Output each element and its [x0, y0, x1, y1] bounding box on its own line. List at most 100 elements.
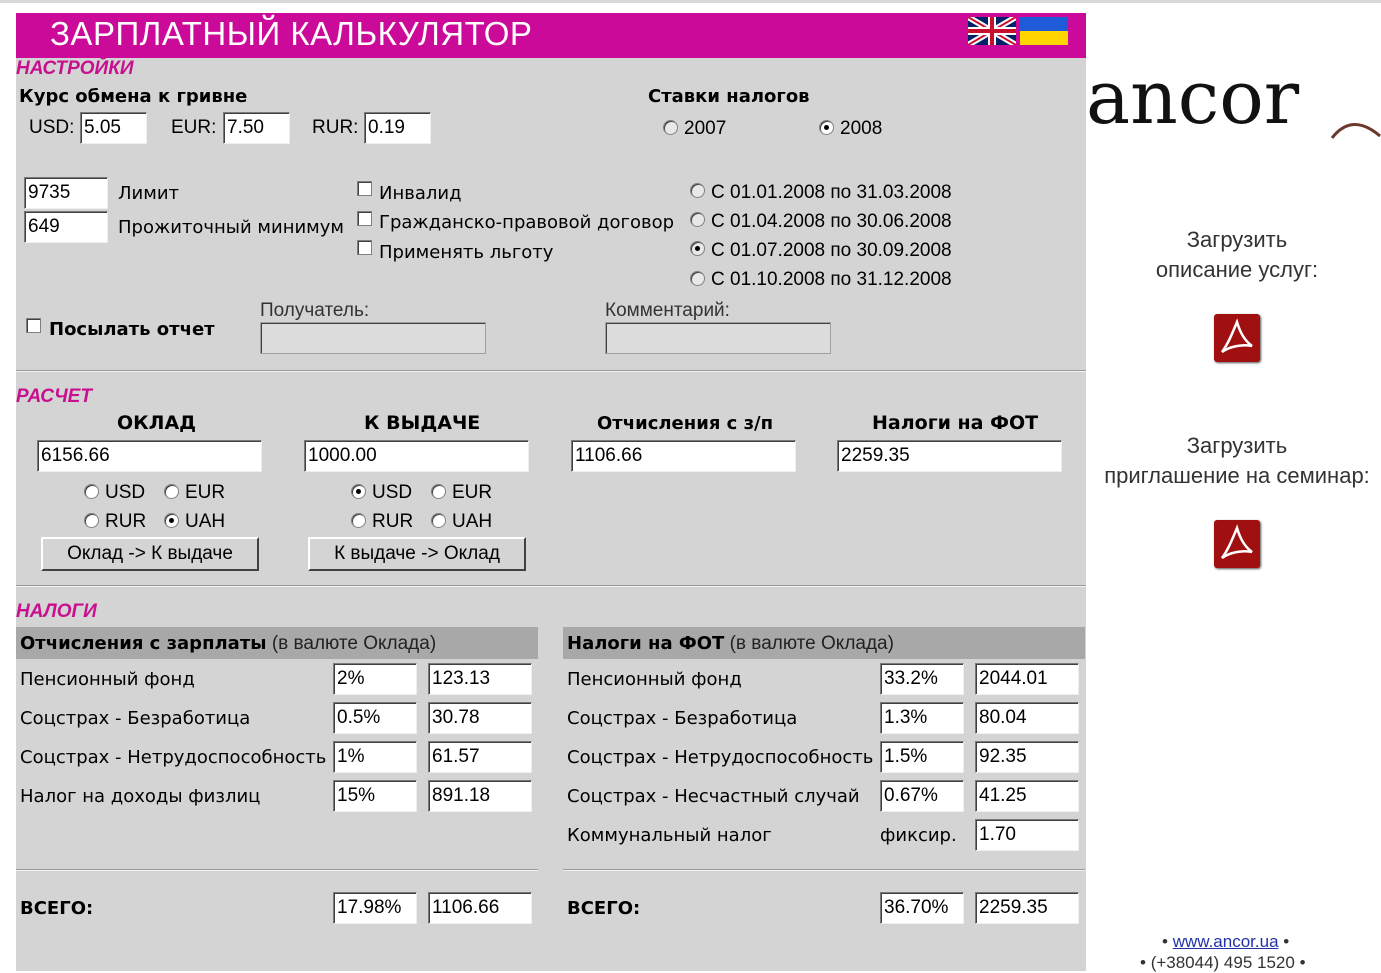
tax-row-label: Соцстрах - Несчастный случай [567, 786, 860, 807]
comment-input[interactable] [605, 322, 831, 354]
subsistence-min-input[interactable] [24, 211, 108, 243]
payout-header: К ВЫДАЧЕ [364, 412, 481, 434]
download-seminar-text: Загрузить приглашение на семинар: [1087, 431, 1381, 491]
tax-row-percent-input[interactable] [333, 702, 417, 734]
salary-uah-radio[interactable] [164, 513, 179, 528]
send-report-label: Посылать отчет [49, 319, 215, 340]
deductions-table-title: Отчисления с зарплаты (в валюте Оклада) [20, 633, 436, 655]
send-report-checkbox[interactable] [26, 318, 41, 333]
usd-rate-input[interactable] [80, 112, 147, 144]
eur-rate-input[interactable] [223, 112, 290, 144]
tax-row-percent-input[interactable] [880, 780, 964, 812]
tax-row-amount-input[interactable] [428, 780, 532, 812]
deductions-table-title-note: (в валюте Оклада) [271, 633, 437, 654]
apply-benefit-checkbox[interactable] [357, 240, 372, 255]
year-2008-radio[interactable] [819, 120, 834, 135]
period-q3-radio[interactable] [690, 241, 705, 256]
invalid-label: Инвалид [379, 183, 462, 204]
period-q2-radio[interactable] [690, 212, 705, 227]
pdf-icon[interactable] [1214, 520, 1260, 568]
right-total-percent-input[interactable] [880, 892, 964, 924]
tax-row-percent-input[interactable] [333, 741, 417, 773]
flag-uk-icon[interactable] [968, 17, 1016, 45]
tax-row-amount-input[interactable] [428, 702, 532, 734]
download-services-text: Загрузить описание услуг: [1087, 225, 1381, 285]
download-seminar-line2: приглашение на семинар: [1104, 463, 1370, 488]
tax-row-percent-input[interactable] [880, 702, 964, 734]
recipient-input[interactable] [260, 322, 486, 354]
tax-row-percent-input[interactable] [333, 663, 417, 695]
deductions-input[interactable] [571, 440, 796, 472]
tax-row-label: Соцстрах - Нетрудоспособность [567, 747, 874, 768]
salary-rur-label: RUR [105, 511, 147, 532]
payout-eur-label: EUR [452, 482, 493, 503]
right-total-amount-input[interactable] [975, 892, 1079, 924]
ancor-logo: ancor [1086, 55, 1299, 141]
year-2007-label: 2007 [684, 118, 727, 139]
salary-input[interactable] [37, 440, 262, 472]
phone-line: • (+38044) 495 1520 • [1140, 953, 1306, 972]
period-q4-label: С 01.10.2008 по 31.12.2008 [711, 269, 952, 290]
tax-row-amount-input[interactable] [975, 663, 1079, 695]
limit-input[interactable] [24, 177, 108, 209]
salary-usd-radio[interactable] [84, 484, 99, 499]
tax-row-label: Соцстрах - Безработица [20, 708, 251, 729]
deductions-table-title-bold: Отчисления с зарплаты [20, 633, 267, 654]
payroll-tax-input[interactable] [837, 440, 1062, 472]
flag-ua-icon[interactable] [1020, 17, 1068, 45]
tax-row-amount-input[interactable] [975, 819, 1079, 851]
left-total-percent-input[interactable] [333, 892, 417, 924]
recipient-label: Получатель: [260, 300, 370, 321]
civil-contract-checkbox[interactable] [357, 211, 372, 226]
period-q4-radio[interactable] [690, 271, 705, 286]
tax-row-fixed-label: фиксир. [880, 825, 957, 846]
page-title: ЗАРПЛАТНЫЙ КАЛЬКУЛЯТОР [50, 15, 533, 52]
payroll-tax-table-title-bold: Налоги на ФОТ [567, 633, 725, 654]
top-border [0, 0, 1381, 3]
left-total-amount-input[interactable] [428, 892, 532, 924]
divider [16, 370, 1086, 372]
invalid-checkbox[interactable] [357, 181, 372, 196]
rur-rate-input[interactable] [364, 112, 431, 144]
website-line: • www.ancor.ua • [1162, 932, 1290, 951]
salary-rur-radio[interactable] [84, 513, 99, 528]
salary-eur-radio[interactable] [164, 484, 179, 499]
payout-rur-radio[interactable] [351, 513, 366, 528]
taxes-section-label: НАЛОГИ [16, 601, 97, 622]
eur-label: EUR: [171, 117, 217, 138]
payout-uah-radio[interactable] [431, 513, 446, 528]
divider [16, 585, 1086, 587]
tax-row-percent-input[interactable] [880, 741, 964, 773]
period-q3-label: С 01.07.2008 по 30.09.2008 [711, 240, 952, 261]
comment-label: Комментарий: [605, 300, 730, 321]
subsistence-min-label: Прожиточный минимум [118, 217, 344, 238]
salary-to-payout-button[interactable]: Оклад -> К выдаче [41, 537, 259, 571]
payout-to-salary-button[interactable]: К выдаче -> Оклад [308, 537, 526, 571]
payroll-tax-header: Налоги на ФОТ [872, 412, 1039, 434]
tax-row-amount-input[interactable] [975, 741, 1079, 773]
website-link[interactable]: www.ancor.ua [1173, 932, 1279, 951]
payout-usd-radio[interactable] [351, 484, 366, 499]
year-2007-radio[interactable] [663, 120, 678, 135]
left-total-label: ВСЕГО: [20, 898, 94, 919]
period-q1-label: С 01.01.2008 по 31.03.2008 [711, 182, 952, 203]
tax-row-amount-input[interactable] [975, 780, 1079, 812]
tax-row-amount-input[interactable] [428, 741, 532, 773]
usd-label: USD: [29, 117, 75, 138]
ancor-logo-text: ancor [1086, 55, 1300, 141]
exchange-rate-label: Курс обмена к гривне [19, 86, 248, 107]
payout-eur-radio[interactable] [431, 484, 446, 499]
tax-row-percent-input[interactable] [880, 663, 964, 695]
tax-row-label: Соцстрах - Нетрудоспособность [20, 747, 327, 768]
tax-row-amount-input[interactable] [428, 663, 532, 695]
pdf-icon[interactable] [1214, 314, 1260, 362]
tax-row-amount-input[interactable] [975, 702, 1079, 734]
period-q1-radio[interactable] [690, 183, 705, 198]
salary-eur-label: EUR [185, 482, 226, 503]
tax-row-percent-input[interactable] [333, 780, 417, 812]
payroll-tax-table-title-note: (в валюте Оклада) [729, 633, 894, 654]
deductions-header: Отчисления с з/п [597, 413, 774, 434]
salary-usd-label: USD [105, 482, 146, 503]
payout-input[interactable] [304, 440, 529, 472]
salary-header: ОКЛАД [117, 412, 197, 434]
